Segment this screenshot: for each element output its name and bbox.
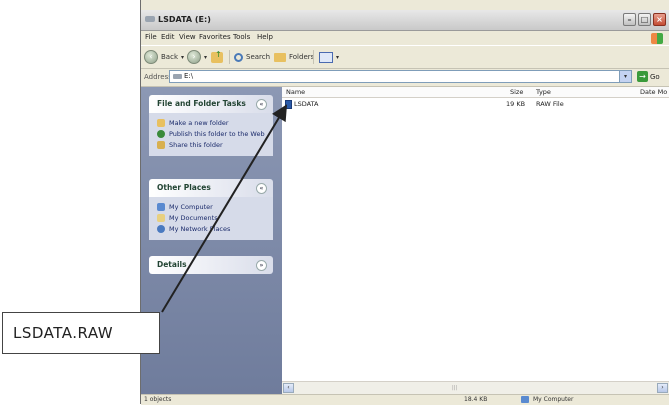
callout-label-box: LSDATA.RAW: [2, 312, 160, 354]
callout-arrow-line: [161, 104, 288, 313]
callout-label: LSDATA.RAW: [13, 324, 114, 342]
